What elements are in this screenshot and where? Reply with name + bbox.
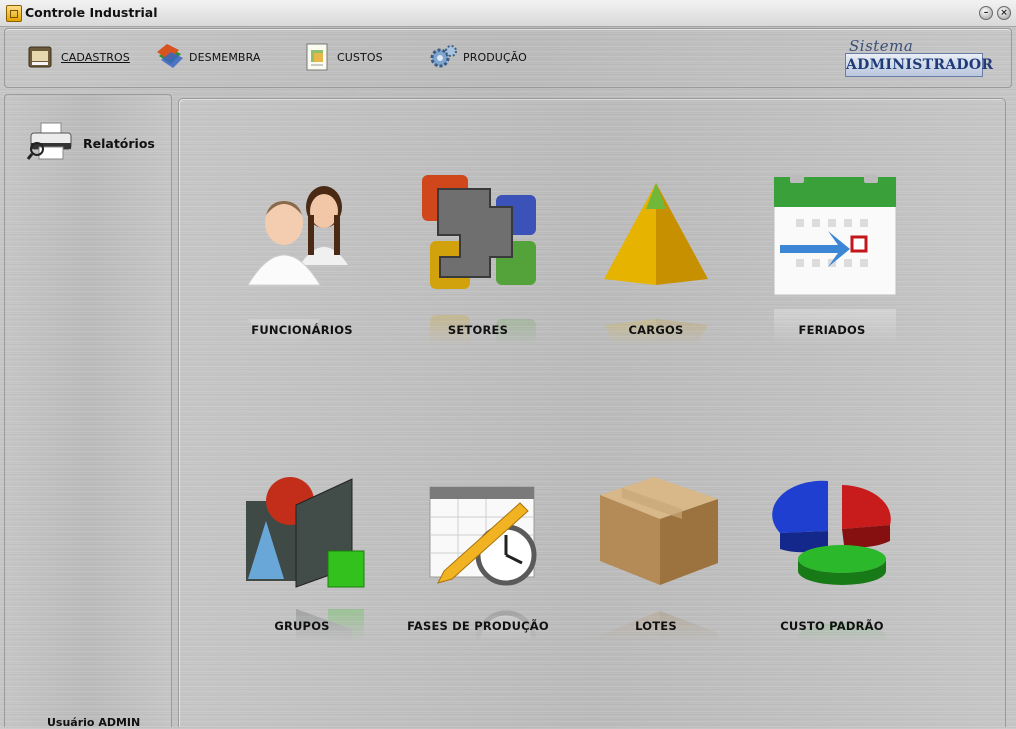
tile-feriados[interactable]: FERIADOS: [747, 175, 917, 375]
tile-label: SETORES: [447, 323, 509, 337]
close-button[interactable]: ×: [997, 6, 1011, 20]
tile-custo-padrao[interactable]: CUSTO PADRÃO: [747, 471, 917, 671]
tile-label: FUNCIONÁRIOS: [251, 323, 353, 337]
tile-grupos[interactable]: GRUPOS: [217, 471, 387, 671]
toolbar-label-desmembra: DESMEMBRA: [189, 50, 261, 64]
gears-icon: [429, 42, 457, 72]
tile-cargos[interactable]: CARGOS: [571, 175, 741, 375]
app-icon: [6, 5, 22, 22]
calendar-icon: [772, 175, 898, 301]
layers-icon: [155, 42, 183, 72]
box-icon: [596, 471, 722, 597]
tile-fases-de-producao[interactable]: FASES DE PRODUÇÃO: [393, 471, 563, 671]
tile-lotes[interactable]: LOTES: [571, 471, 741, 671]
window-title: Controle Industrial: [25, 5, 158, 20]
schedule-clock-icon: [418, 471, 544, 597]
toolbar-label-custos: CUSTOS: [337, 50, 383, 64]
tile-setores[interactable]: SETORES: [393, 175, 563, 375]
folder-icon: [27, 42, 55, 72]
main-panel: FUNCIONÁRIOS SETORES CARGOS FERIADOS GRU…: [178, 98, 1006, 727]
toolbar-cadastros[interactable]: CADASTROS: [27, 39, 130, 75]
pie-chart-icon: [772, 471, 898, 597]
users-icon: [242, 175, 368, 301]
toolbar-desmembra[interactable]: DESMEMBRA: [155, 39, 261, 75]
main-toolbar: CADASTROS DESMEMBRA CUSTOS PRODUÇÃO Sist…: [4, 28, 1012, 88]
brand-name: ADMINISTRADOR: [845, 53, 993, 77]
sidebar-item-label: Relatórios: [83, 135, 155, 151]
tile-funcionarios[interactable]: FUNCIONÁRIOS: [217, 175, 387, 375]
tile-label: CARGOS: [628, 323, 684, 337]
document-chart-icon: [303, 42, 331, 72]
sidebar: Relatórios Usuário ADMIN: [4, 94, 172, 729]
shapes-icon: [242, 471, 368, 597]
puzzle-icon: [418, 175, 544, 301]
title-bar: Controle Industrial – ×: [0, 0, 1016, 27]
tile-label: GRUPOS: [274, 619, 330, 633]
user-status: Usuário ADMIN: [47, 716, 141, 729]
printer-icon: [26, 121, 75, 165]
toolbar-custos[interactable]: CUSTOS: [303, 39, 383, 75]
minimize-button[interactable]: –: [979, 6, 993, 20]
tile-label: CUSTO PADRÃO: [780, 619, 884, 633]
brand-logo: Sistema ADMINISTRADOR: [845, 37, 993, 83]
pyramid-icon: [596, 175, 722, 301]
toolbar-label-cadastros: CADASTROS: [61, 50, 130, 64]
toolbar-label-producao: PRODUÇÃO: [463, 50, 527, 64]
tile-label: FERIADOS: [798, 323, 866, 337]
toolbar-producao[interactable]: PRODUÇÃO: [429, 39, 527, 75]
tile-label: LOTES: [635, 619, 677, 633]
sidebar-item-relatorios[interactable]: Relatórios: [26, 121, 155, 165]
tile-label: FASES DE PRODUÇÃO: [407, 619, 549, 633]
